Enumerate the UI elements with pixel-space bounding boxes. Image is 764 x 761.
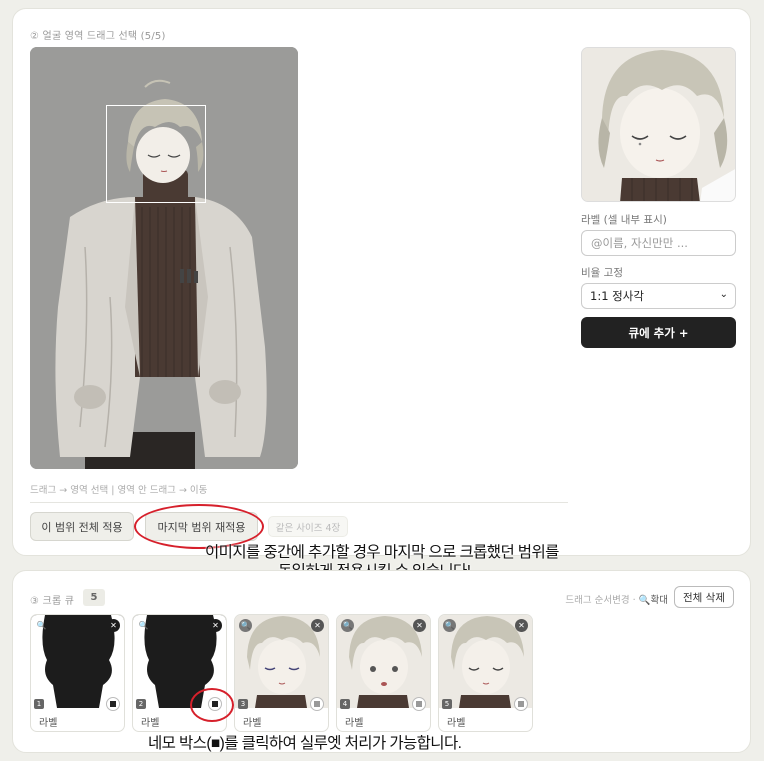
divider [30, 502, 568, 503]
crop-preview [581, 47, 736, 202]
same-size-button[interactable]: 같은 사이즈 4장 [268, 516, 348, 537]
queue-item-label: 라벨 [447, 718, 466, 729]
silhouette-toggle-icon[interactable] [106, 697, 120, 711]
silhouette-toggle-icon[interactable] [310, 697, 324, 711]
clear-all-button[interactable]: 전체 삭제 [674, 586, 734, 608]
apply-range-all-button[interactable]: 이 범위 전체 적용 [30, 512, 134, 541]
queue-item-number: 4 [340, 699, 350, 709]
queue-item-number: 1 [34, 699, 44, 709]
label-input[interactable] [581, 230, 736, 256]
queue-item[interactable]: 🔍 ✕ 3 라벨 [234, 614, 329, 732]
queue-item-number: 3 [238, 699, 248, 709]
queue-item-number: 2 [136, 699, 146, 709]
queue-count-badge: 5 [83, 589, 105, 606]
zoom-hint: 🔍확대 [638, 595, 668, 606]
annotation-silhouette-note: 네모 박스(■)를 클릭하여 실루엣 처리가 가능합니다. [148, 735, 462, 752]
chevron-down-icon: ⌄ [719, 289, 728, 300]
section-title-face-select: ② 얼굴 영역 드래그 선택 (5/5) [30, 31, 166, 42]
ratio-select[interactable]: 1:1 정사각 ⌄ [581, 283, 736, 309]
ratio-select-value: 1:1 정사각 [590, 289, 644, 303]
queue-tools: 드래그 순서변경 · 🔍확대 [565, 592, 668, 606]
close-icon[interactable]: ✕ [413, 619, 426, 632]
search-icon[interactable]: 🔍 [341, 619, 354, 632]
crop-queue-card: ③ 크롭 큐 5 드래그 순서변경 · 🔍확대 전체 삭제 🔍 ✕ 1 라벨 🔍… [12, 570, 751, 753]
search-icon[interactable]: 🔍 [239, 619, 252, 632]
search-icon[interactable]: 🔍 [443, 619, 456, 632]
add-to-queue-button[interactable]: 큐에 추가 + [581, 317, 736, 348]
queue-item-number: 5 [442, 699, 452, 709]
silhouette-toggle-icon[interactable] [412, 697, 426, 711]
search-icon[interactable]: 🔍 [137, 619, 150, 632]
close-icon[interactable]: ✕ [209, 619, 222, 632]
silhouette-toggle-icon[interactable] [514, 697, 528, 711]
annotation-highlight-silhouette [190, 688, 234, 722]
search-icon: 🔍 [638, 595, 651, 606]
close-icon[interactable]: ✕ [515, 619, 528, 632]
reorder-hint: 드래그 순서변경 · [565, 595, 636, 606]
queue-title: ③ 크롭 큐 [30, 596, 75, 607]
queue-item[interactable]: 🔍 ✕ 1 라벨 [30, 614, 125, 732]
queue-item[interactable]: 🔍 ✕ 4 라벨 [336, 614, 431, 732]
queue-item[interactable]: 🔍 ✕ 5 라벨 [438, 614, 533, 732]
source-image-canvas[interactable] [30, 47, 298, 469]
label-field-title: 라벨 (셀 내부 표시) [581, 214, 667, 226]
drag-hint-text: 드래그 → 영역 선택 | 영역 안 드래그 → 이동 [30, 485, 208, 496]
queue-item-label: 라벨 [345, 718, 364, 729]
crop-selection-box[interactable] [106, 105, 206, 203]
crop-preview-image [582, 48, 735, 201]
close-icon[interactable]: ✕ [107, 619, 120, 632]
crop-editor-card: ② 얼굴 영역 드래그 선택 (5/5) 드래그 → 영역 선택 | 영역 안 … [12, 8, 751, 556]
queue-item-label: 라벨 [39, 718, 58, 729]
queue-item-label: 라벨 [243, 718, 262, 729]
search-icon[interactable]: 🔍 [35, 619, 48, 632]
ratio-field-title: 비율 고정 [581, 267, 623, 279]
close-icon[interactable]: ✕ [311, 619, 324, 632]
queue-item-label: 라벨 [141, 718, 160, 729]
